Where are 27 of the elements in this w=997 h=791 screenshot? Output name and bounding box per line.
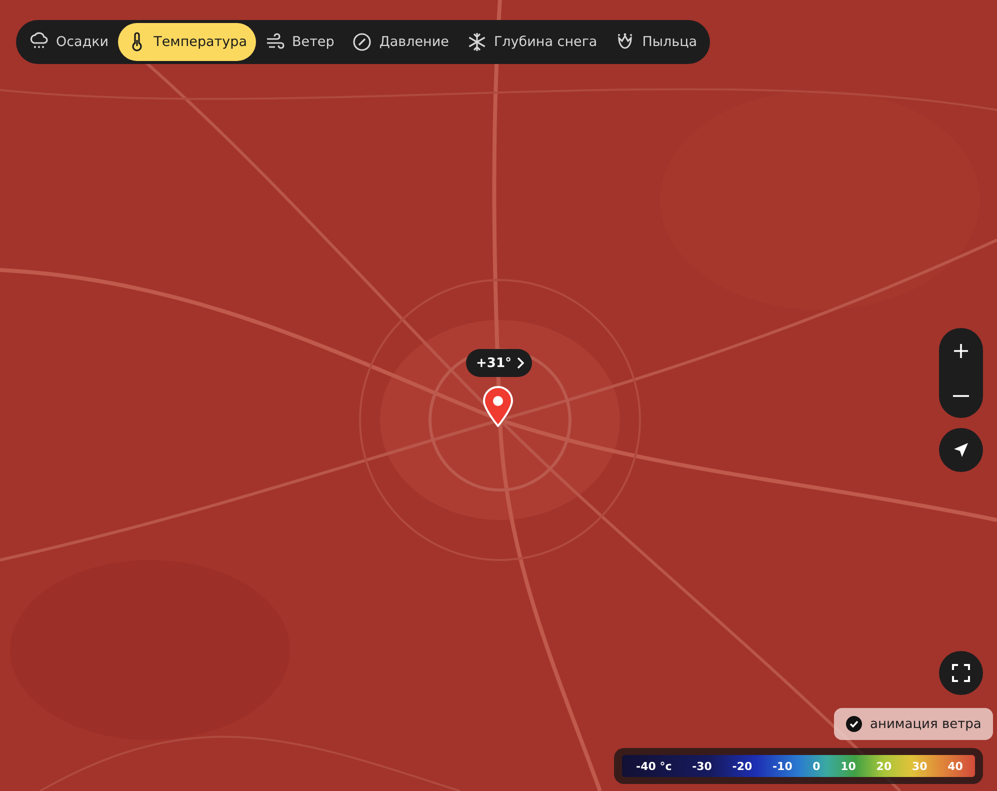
plus-icon <box>953 342 969 358</box>
location-pin-icon <box>482 385 514 427</box>
chevron-right-icon <box>516 357 524 369</box>
scale-label: 20 <box>876 760 892 772</box>
layer-tab[interactable]: Глубина снега <box>458 23 606 61</box>
check-icon <box>849 719 859 729</box>
fullscreen-icon <box>952 664 970 682</box>
checkbox[interactable] <box>846 716 862 732</box>
scale-label: 10 <box>840 760 856 772</box>
scale-label: 0 <box>812 760 820 772</box>
temperature-bubble[interactable]: +31° <box>466 349 532 377</box>
scale-label: -30 <box>692 760 712 772</box>
scale-label: -40 °c <box>636 760 672 772</box>
scale-label: 40 <box>948 760 963 772</box>
layer-tab[interactable]: Ветер <box>256 23 344 61</box>
layer-tab[interactable]: Пыльца <box>606 23 706 61</box>
layer-tab[interactable]: Осадки <box>20 23 118 61</box>
layer-tab[interactable]: Температура <box>118 23 256 61</box>
layer-tab[interactable]: Давление <box>343 23 458 61</box>
scale-label: -10 <box>772 760 792 772</box>
gauge-icon <box>352 32 372 52</box>
minus-icon <box>953 394 969 396</box>
wind-animation-toggle[interactable]: анимация ветра <box>834 708 994 740</box>
navigation-arrow-icon <box>953 442 969 458</box>
snowflake-icon <box>466 32 487 52</box>
scale-label: 30 <box>912 760 928 772</box>
scale-label: -20 <box>732 760 752 772</box>
